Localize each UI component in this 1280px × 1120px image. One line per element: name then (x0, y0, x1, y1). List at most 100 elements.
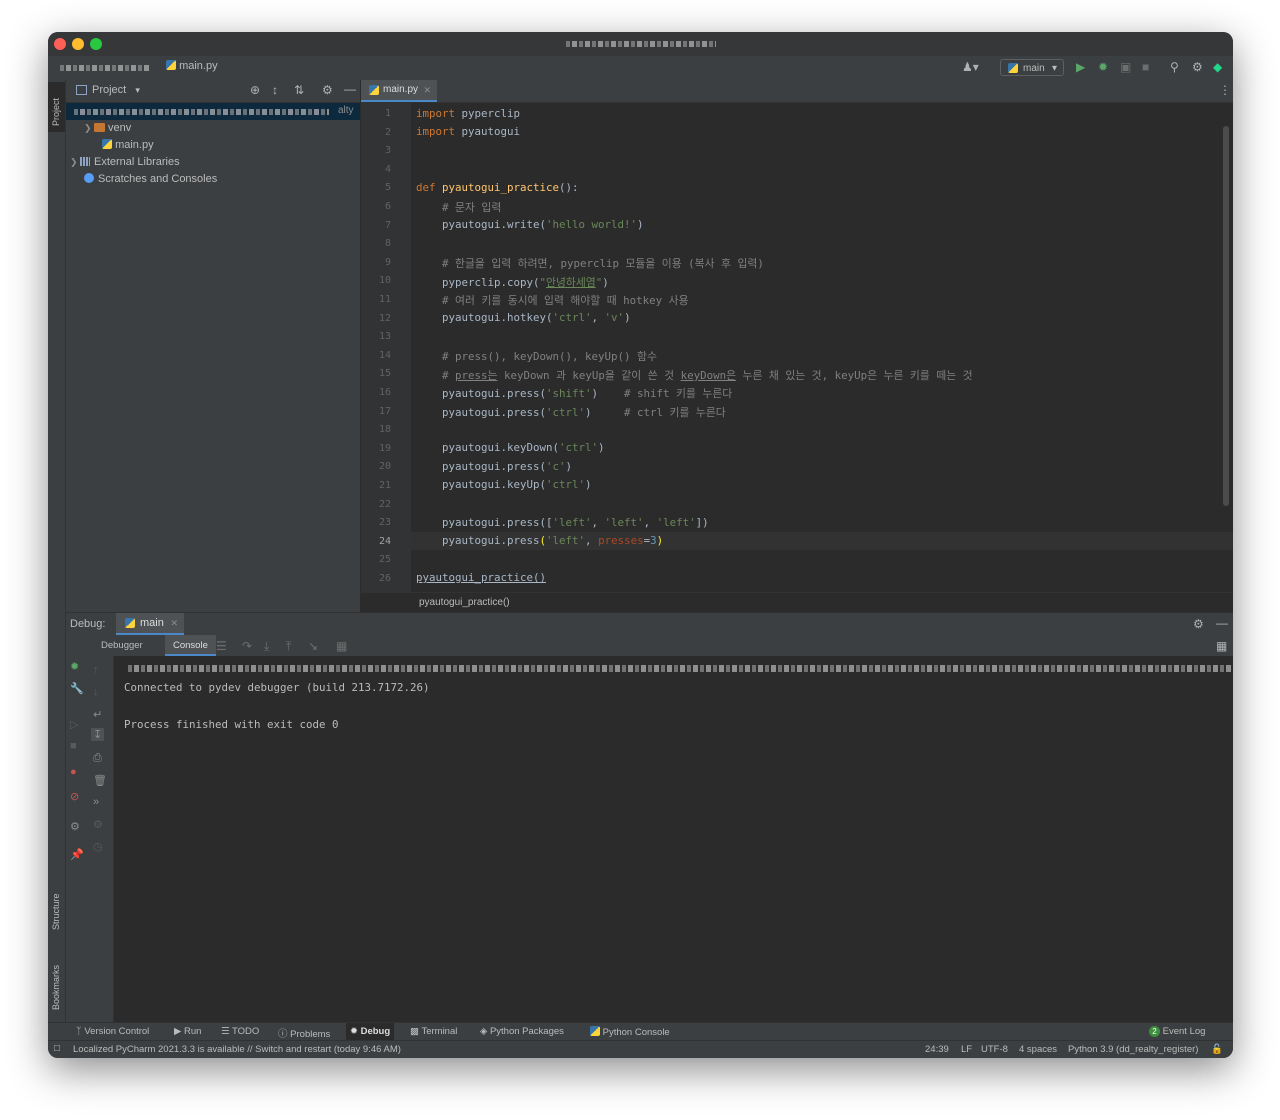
line-number[interactable]: 15 (361, 368, 391, 379)
minimize-window-button[interactable] (72, 38, 84, 50)
hide-panel-icon[interactable]: — (1216, 616, 1228, 630)
show-python-prompt-icon[interactable]: » (93, 796, 99, 808)
tab-debugger[interactable]: Debugger (101, 640, 143, 651)
expand-all-icon[interactable]: ↕ (272, 83, 278, 97)
line-number[interactable]: 12 (361, 313, 391, 324)
line-number[interactable]: 16 (361, 387, 391, 398)
step-into-icon[interactable]: ⤓ (264, 639, 269, 654)
run-configuration-select[interactable]: main ▾ (1000, 59, 1064, 76)
structure-tool-tab[interactable]: Structure (48, 875, 65, 935)
toolwindow-python-packages[interactable]: ◈ Python Packages (480, 1026, 564, 1037)
toolwindow-problems[interactable]: ⓘ Problems (278, 1026, 330, 1040)
frames-icon[interactable]: ☰ (216, 639, 227, 653)
line-number[interactable]: 11 (361, 294, 391, 305)
close-window-button[interactable] (54, 38, 66, 50)
resume-icon[interactable]: ▷ (70, 718, 78, 731)
toolwindow-terminal[interactable]: ▩ Terminal (410, 1026, 457, 1037)
coverage-icon[interactable]: ▣ (1120, 60, 1131, 74)
line-number[interactable]: 25 (361, 554, 391, 565)
editor-breadcrumb[interactable]: pyautogui_practice() (419, 597, 510, 608)
line-number[interactable]: 13 (361, 331, 391, 342)
line-number[interactable]: 24 (361, 536, 391, 547)
options-gear-icon[interactable]: ⚙ (322, 83, 333, 97)
rerun-debug-icon[interactable]: ✹ (70, 660, 79, 673)
tree-item-external-libraries[interactable]: ❯ External Libraries (70, 154, 180, 171)
evaluate-icon[interactable]: ▦ (336, 639, 347, 653)
project-view-selector[interactable]: Project ▾ (92, 84, 140, 96)
close-icon[interactable]: ✕ (423, 80, 431, 100)
down-arrow-icon[interactable]: ↓ (93, 686, 99, 698)
run-icon[interactable]: ▶ (1076, 60, 1085, 74)
pin-icon[interactable]: 📌 (70, 848, 84, 861)
search-icon[interactable]: ⚲ (1170, 60, 1179, 74)
line-number[interactable]: 3 (361, 145, 391, 156)
history-icon[interactable]: ◷ (93, 840, 103, 853)
line-number[interactable]: 5 (361, 182, 391, 193)
tab-main-py[interactable]: main.py ✕ (361, 80, 437, 102)
indent-setting[interactable]: 4 spaces (1019, 1044, 1057, 1055)
bookmarks-tool-tab[interactable]: Bookmarks (48, 945, 65, 1015)
breadcrumb-file[interactable]: main.py (166, 60, 218, 72)
settings-gear-icon[interactable]: ⚙ (1192, 60, 1203, 74)
up-arrow-icon[interactable]: ↑ (93, 664, 99, 676)
toolwindow-debug[interactable]: ✹ Debug (346, 1023, 395, 1041)
locate-file-icon[interactable]: ⊕ (250, 83, 260, 97)
caret-position[interactable]: 24:39 (925, 1044, 949, 1055)
close-icon[interactable]: ✕ (170, 613, 178, 633)
settings-gear-icon[interactable]: ⚙ (70, 820, 80, 833)
lock-icon[interactable]: 🔓 (1211, 1044, 1223, 1055)
trash-icon[interactable]: 🗑 (93, 774, 107, 787)
line-number[interactable]: 2 (361, 127, 391, 138)
line-number[interactable]: 1 (361, 108, 391, 119)
tab-console[interactable]: Console (165, 635, 216, 656)
view-breakpoints-icon[interactable]: ● (70, 766, 77, 778)
hide-panel-icon[interactable]: — (344, 82, 356, 96)
more-options-icon[interactable]: ⋮ (1219, 83, 1231, 97)
line-number[interactable]: 18 (361, 424, 391, 435)
scroll-to-end-icon[interactable]: ↧ (91, 728, 105, 741)
toolwindow-python-console[interactable]: Python Console (590, 1026, 670, 1038)
line-number[interactable]: 26 (361, 573, 391, 584)
project-root-row[interactable]: alty (66, 103, 360, 120)
line-number[interactable]: 6 (361, 201, 391, 212)
tree-item-venv[interactable]: ❯ venv (84, 120, 131, 137)
toolwindow-version-control[interactable]: ᛉ Version Control (76, 1026, 149, 1037)
toolwindow-todo[interactable]: ☰ TODO (221, 1026, 259, 1037)
project-tool-tab[interactable]: Project (48, 82, 65, 132)
vcs-user-icon[interactable]: ♟▾ (962, 60, 979, 74)
step-out-icon[interactable]: ⤒ (286, 639, 291, 654)
line-number[interactable]: 22 (361, 499, 391, 510)
modify-config-wrench-icon[interactable]: 🔧 (70, 682, 84, 695)
step-over-icon[interactable]: ↷ (242, 639, 252, 653)
event-log-button[interactable]: 2 Event Log (1149, 1026, 1205, 1037)
line-number[interactable]: 8 (361, 238, 391, 249)
print-icon[interactable]: ⎙ (93, 752, 102, 765)
stop-icon[interactable]: ■ (70, 740, 77, 752)
run-to-cursor-icon[interactable]: ↘ (308, 639, 318, 653)
line-separator[interactable]: LF (961, 1044, 972, 1055)
line-number[interactable]: 14 (361, 350, 391, 361)
code-editor[interactable]: import pyperclip import pyautogui def py… (411, 103, 1233, 592)
line-number[interactable]: 7 (361, 220, 391, 231)
toolwindow-run[interactable]: ▶ Run (174, 1026, 201, 1037)
layout-icon[interactable]: ▦ (1216, 639, 1227, 653)
line-number[interactable]: 19 (361, 443, 391, 454)
python-interpreter[interactable]: Python 3.9 (dd_realty_register) (1068, 1044, 1198, 1055)
debug-console-output[interactable]: Connected to pydev debugger (build 213.7… (114, 656, 1233, 1022)
zoom-window-button[interactable] (90, 38, 102, 50)
editor-scrollbar[interactable] (1223, 126, 1229, 506)
line-number[interactable]: 4 (361, 164, 391, 175)
line-number[interactable]: 21 (361, 480, 391, 491)
debug-icon[interactable]: ✹ (1098, 60, 1108, 74)
stop-icon[interactable]: ■ (1142, 60, 1149, 74)
debug-session-tab[interactable]: main ✕ (116, 613, 184, 635)
mute-breakpoints-icon[interactable]: ⊘ (70, 790, 79, 803)
file-encoding[interactable]: UTF-8 (981, 1044, 1008, 1055)
collapse-all-icon[interactable]: ⇅ (294, 83, 304, 97)
toggle-tool-windows-icon[interactable]: □ (54, 1043, 60, 1054)
line-number[interactable]: 17 (361, 406, 391, 417)
line-number[interactable]: 20 (361, 461, 391, 472)
tree-item-scratches[interactable]: Scratches and Consoles (84, 171, 217, 188)
jetbrains-toolbox-icon[interactable]: ◆ (1213, 60, 1222, 74)
line-number[interactable]: 23 (361, 517, 391, 528)
